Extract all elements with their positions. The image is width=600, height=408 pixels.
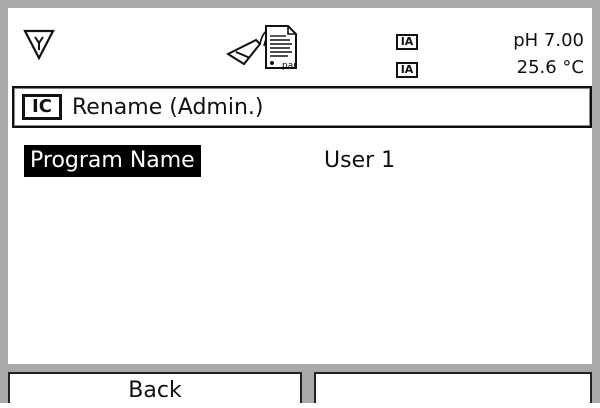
program-name-value[interactable]: User 1	[324, 145, 395, 177]
back-softkey[interactable]: Back	[8, 372, 302, 403]
parameter-document-icon: par	[265, 25, 297, 71]
ia-badge-2: IA	[396, 62, 418, 78]
ph-readout: pH 7.00	[513, 30, 584, 51]
page-title: Rename (Admin.)	[72, 95, 264, 120]
ia-badge-1: IA	[396, 34, 418, 50]
program-name-label[interactable]: Program Name	[24, 145, 201, 177]
temperature-readout: 25.6 °C	[516, 57, 584, 78]
service-wrench-icon	[23, 29, 55, 60]
ic-badge: IC	[22, 94, 62, 120]
menu-title-bar: IC Rename (Admin.)	[12, 86, 592, 128]
right-softkey[interactable]	[314, 372, 592, 403]
doc-icon-caption: par	[282, 61, 297, 71]
